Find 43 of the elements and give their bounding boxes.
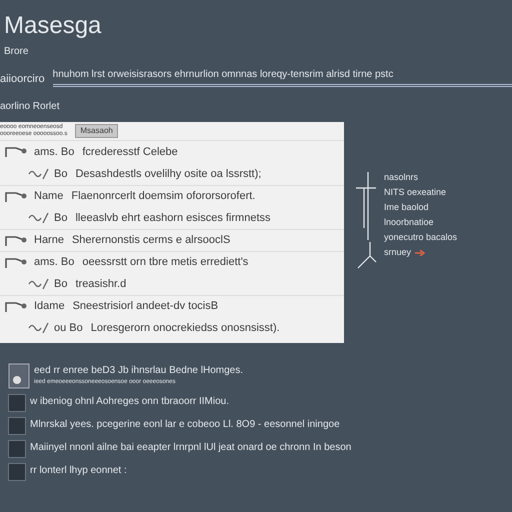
row-text: lleeaslvb ehrt eashorn esisces firmnetss (75, 210, 270, 226)
row-name: Bo (54, 276, 68, 292)
row-text: Sherernonstis cerms e alrsooclS (72, 233, 230, 248)
note-text: Ime baolod (384, 200, 429, 214)
note-text: srnuey (384, 246, 412, 259)
checkbox[interactable] (8, 394, 26, 412)
panel-tab[interactable]: Msasaoh (75, 124, 118, 138)
row-name: Bo (54, 166, 68, 182)
squiggle-icon (28, 322, 50, 334)
row-text: Flaenonrcerlt doemsim ofororsorofert. (71, 189, 256, 204)
checklist-text: rr lonterl lhyp eonnet : (30, 464, 127, 478)
row-text: Loresgerorn onocrekiedss onosnsisst). (90, 320, 280, 336)
row-name: ams. Bo (34, 144, 74, 160)
row-text: oeessrstt orn tbre metis errediett's (82, 255, 248, 270)
row-name: Bo (54, 210, 68, 226)
squiggle-icon (28, 278, 50, 290)
section-label: aorlino Rorlet (0, 100, 60, 114)
row-name: ou Bo (54, 320, 83, 336)
row-name: Name (34, 189, 64, 204)
checkbox[interactable] (8, 463, 26, 481)
row-name: Idame (34, 299, 65, 314)
note-text: NITS oexeatine (384, 186, 446, 199)
text-field[interactable]: hnuhom lrst orweisisrasors ehrnurlion omnnas loreqy-tensrim alrisd tirne pstc (52, 67, 512, 87)
row-name: Harne (34, 233, 64, 248)
row-text: Desashdestls ovelilhy osite oa lssrstt); (75, 166, 262, 182)
checkbox[interactable] (8, 417, 26, 435)
row-name: ams. Bo (34, 255, 74, 270)
squiggle-icon (28, 212, 50, 224)
checklist-text: Mlnrskal yees. pcegerine eonl lar e cobeoo Ll. 8O9 - eesonnel iningoe (30, 418, 340, 432)
page-title: Masesga (3, 11, 102, 40)
note-text: lnoorbnatioe (384, 216, 434, 229)
note-text: yonecutro bacalos (384, 230, 458, 244)
subtitle: Brore (3, 45, 30, 59)
row-text: fcrederesstf Celebe (82, 144, 178, 160)
checklist-text: w ibeniog ohnl Aohreges onn tbraoorr IIMiou. (30, 395, 230, 409)
row-text: treasishr.d (75, 276, 126, 292)
field-label: aiioorciro (0, 72, 45, 86)
squiggle-icon (28, 168, 50, 180)
row-text: Sneestrisiorl andeet-dv tocisB (72, 299, 218, 314)
checklist-text: Maiinyel nnonl ailne bai eeapter lrnrpnl lUl jeat onard oe chronn In beson (30, 441, 352, 455)
checkbox[interactable] (8, 440, 26, 458)
checklist-text: eed rr enree beD3 Jb ihnsrlau Bedne lHomges. (34, 364, 244, 378)
note-text: nasolnrs (384, 170, 418, 184)
